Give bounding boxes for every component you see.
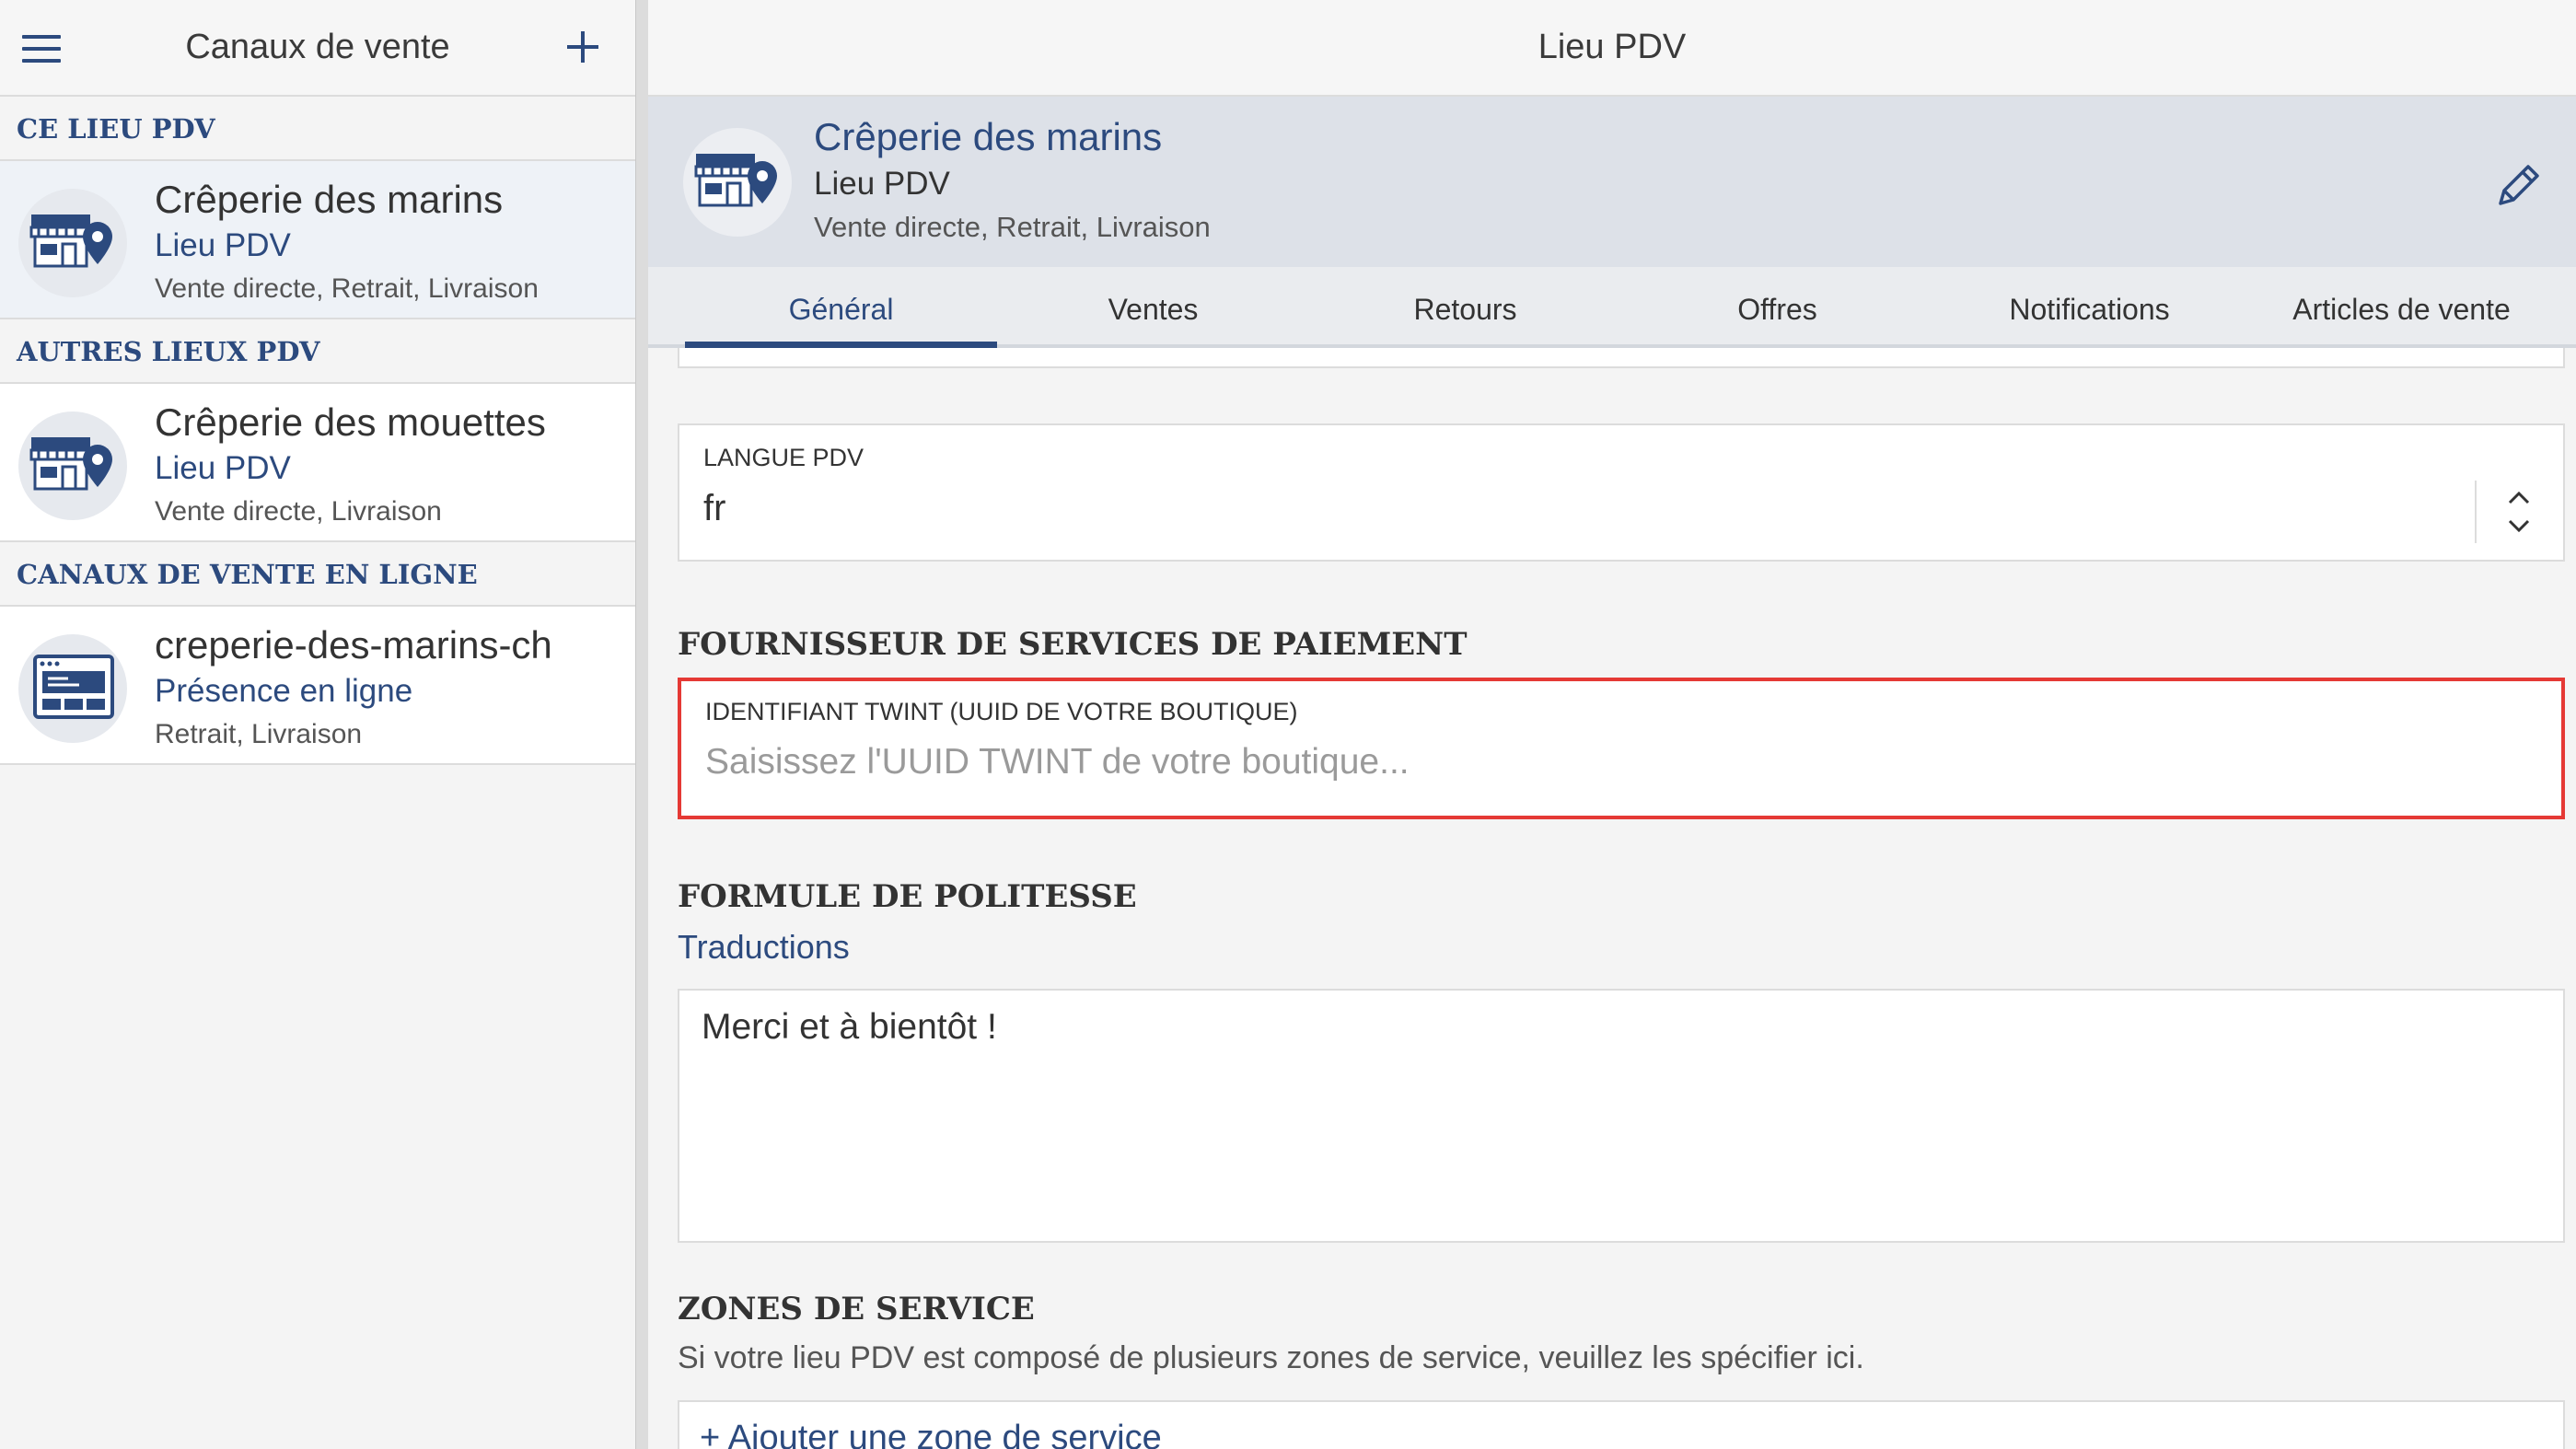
channel-name: Crêperie des mouettes [155,400,546,444]
general-content: LANGUE PDV fr FOURNISSEUR DE SERVICES DE… [648,348,2576,1449]
channel-name: Crêperie des marins [155,178,504,221]
detail-tabs: Général Ventes Retours Offres Notificati… [648,267,2576,348]
select-separator [2475,481,2477,543]
politesse-textarea[interactable]: Merci et à bientôt ! [702,1007,2451,1219]
politesse-field: Merci et à bientôt ! [678,989,2565,1243]
tab-articles-de-vente[interactable]: Articles de vente [2245,267,2558,344]
channel-modes: Vente directe, Livraison [155,496,442,527]
store-location-icon [18,412,127,520]
language-select[interactable]: LANGUE PDV fr [678,423,2565,562]
zones-list: + Ajouter une zone de service [678,1400,2565,1449]
tab-ventes[interactable]: Ventes [997,267,1309,344]
banner-place-modes: Vente directe, Retrait, Livraison [814,211,1211,243]
channel-type: Présence en ligne [155,673,413,709]
channel-name: creperie-des-marins-ch [155,623,552,667]
sidebar-title: Canaux de vente [185,28,450,66]
language-label: LANGUE PDV [703,444,864,471]
channel-type: Lieu PDV [155,227,291,263]
tab-general[interactable]: Général [685,267,997,348]
language-value: fr [703,488,726,528]
translations-link[interactable]: Traductions [678,928,850,967]
channel-modes: Vente directe, Retrait, Livraison [155,273,539,304]
add-channel-icon[interactable] [567,31,598,63]
detail-title: Lieu PDV [648,0,2576,97]
channels-sidebar: Canaux de vente CE LIEU PDV Crêperie des… [0,0,635,1449]
pane-divider[interactable] [635,0,648,1449]
section-online: CANAUX DE VENTE EN LIGNE [0,542,635,607]
section-this-place: CE LIEU PDV [0,97,635,161]
store-location-icon [18,189,127,297]
previous-field-edge [678,348,2565,368]
channel-item-creperie-des-mouettes[interactable]: Crêperie des mouettes Lieu PDV Vente dir… [0,384,635,542]
add-zone-button[interactable]: + Ajouter une zone de service [700,1419,1162,1449]
place-banner: Crêperie des marins Lieu PDV Vente direc… [648,97,2576,267]
chevron-up-down-icon[interactable] [2502,486,2535,538]
banner-place-type: Lieu PDV [814,166,950,202]
channel-item-creperie-des-marins[interactable]: Crêperie des marins Lieu PDV Vente direc… [0,161,635,319]
twint-uuid-label: IDENTIFIANT TWINT (UUID DE VOTRE BOUTIQU… [705,698,1298,725]
tab-offres[interactable]: Offres [1621,267,1933,344]
store-location-icon [683,128,792,237]
channel-modes: Retrait, Livraison [155,719,363,749]
tab-notifications[interactable]: Notifications [1933,267,2245,344]
banner-place-name: Crêperie des marins [814,115,1163,158]
channel-type: Lieu PDV [155,450,291,486]
channel-item-creperie-des-marins-ch[interactable]: creperie-des-marins-ch Présence en ligne… [0,607,635,765]
edit-pencil-icon[interactable] [2491,157,2547,213]
tab-retours[interactable]: Retours [1309,267,1621,344]
twint-uuid-input[interactable] [705,742,2454,782]
detail-pane: Lieu PDV Crêperie des marins Lieu PDV Ve… [648,0,2576,1449]
zones-description: Si votre lieu PDV est composé de plusieu… [678,1340,1864,1375]
section-other-places: AUTRES LIEUX PDV [0,319,635,384]
zones-section-title: ZONES DE SERVICE [678,1291,1035,1327]
payment-section-title: FOURNISSEUR DE SERVICES DE PAIEMENT [678,626,1468,663]
twint-uuid-field: IDENTIFIANT TWINT (UUID DE VOTRE BOUTIQU… [678,678,2565,819]
politesse-section-title: FORMULE DE POLITESSE [678,878,1137,915]
browser-window-icon [18,634,127,743]
sidebar-header: Canaux de vente [0,0,635,97]
